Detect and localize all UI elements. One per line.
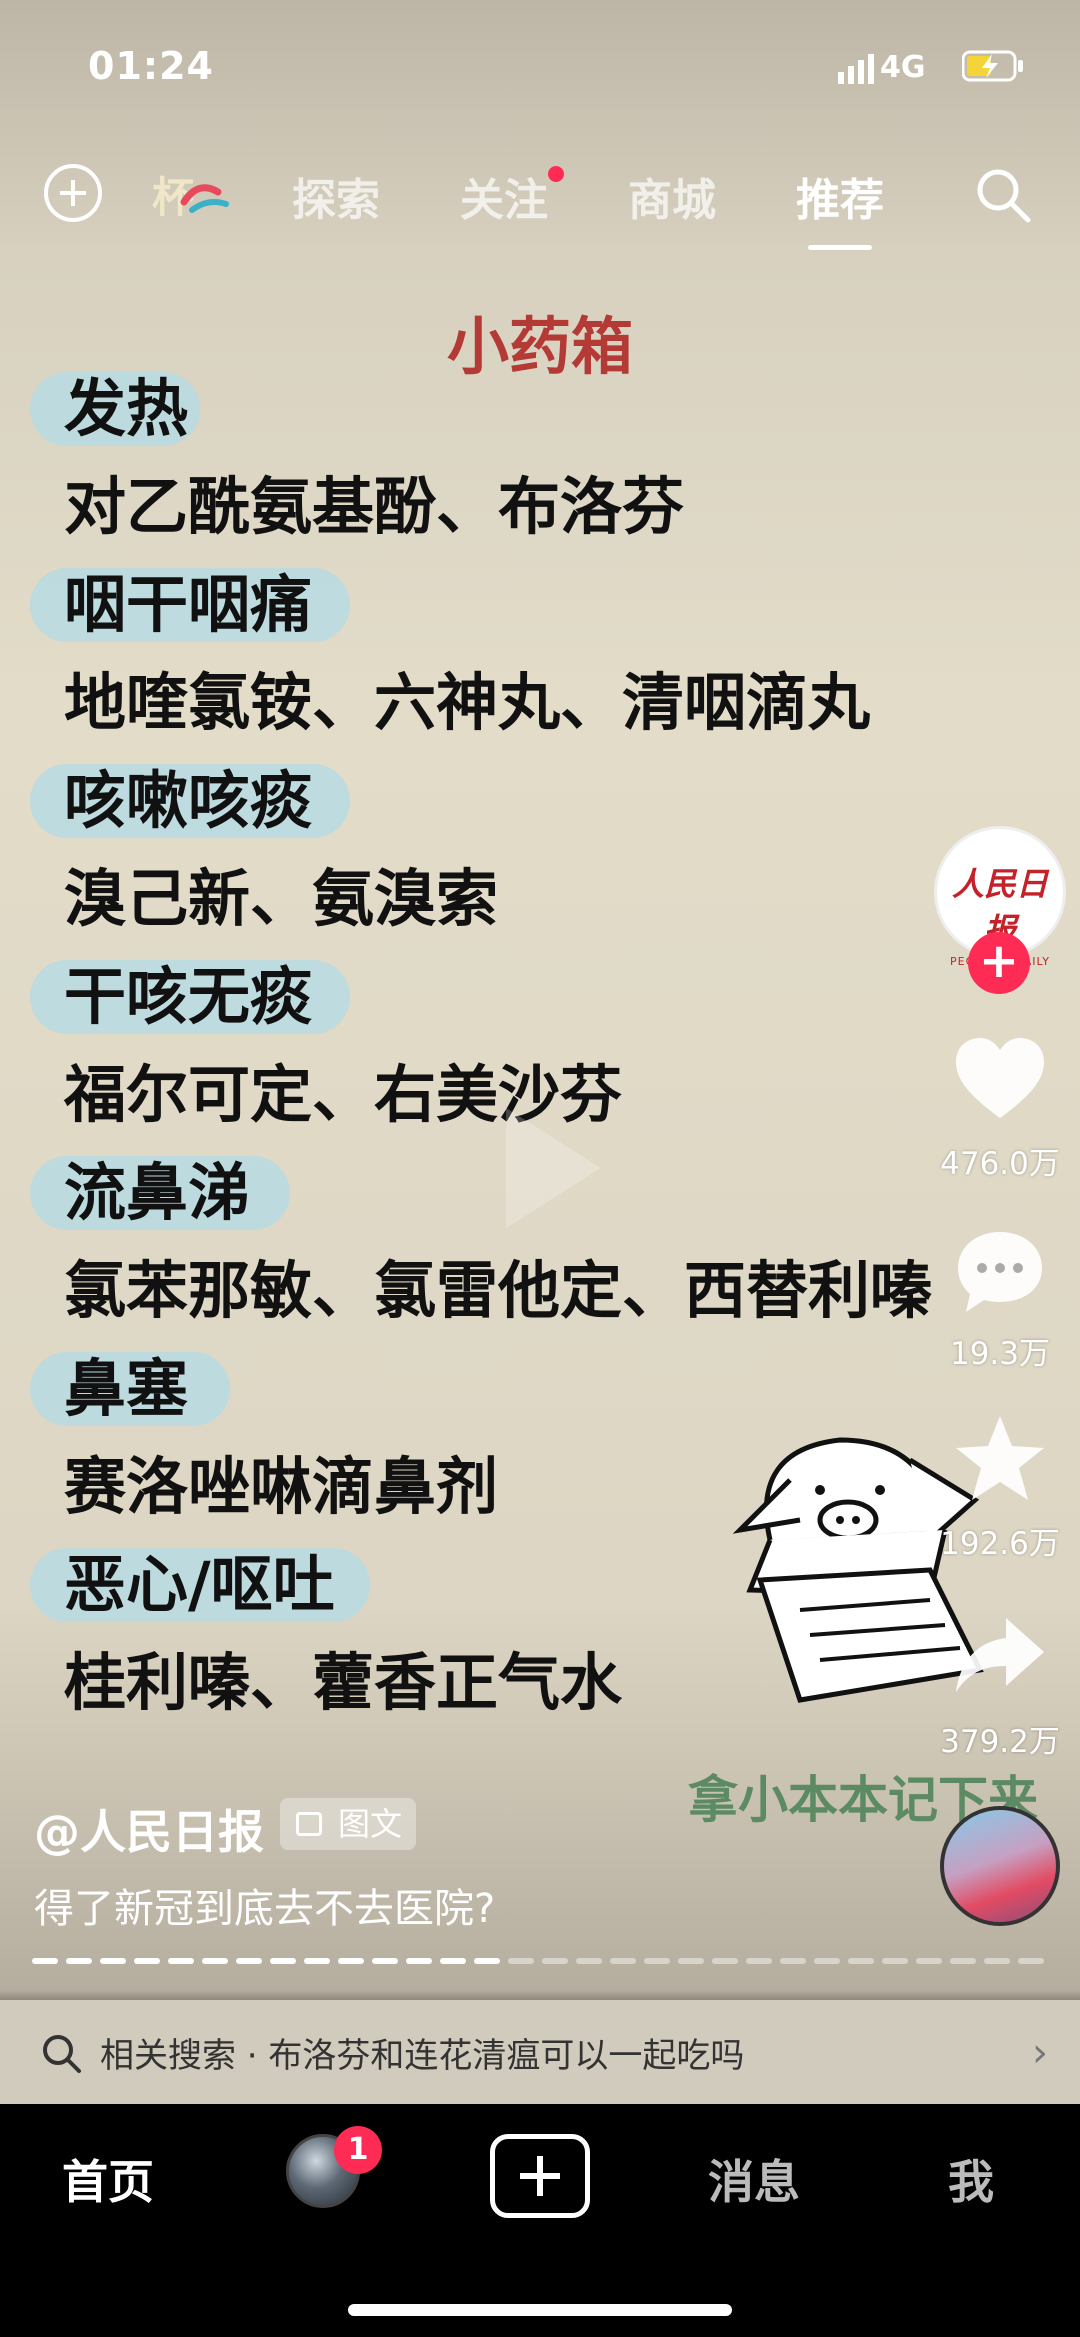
signal-icon [838,54,874,84]
cup-logo-icon[interactable] [178,172,232,216]
shares-count: 379.2万 [940,1724,1060,1760]
image-progress-dots [32,1958,1044,1964]
progress-segment [712,1958,738,1964]
home-indicator [348,2304,732,2316]
progress-segment [100,1958,126,1964]
battery-charging-icon [962,50,1023,82]
progress-segment [950,1958,976,1964]
progress-segment [304,1958,330,1964]
comment-icon[interactable] [950,1222,1050,1322]
category-cough-phlegm: 咳嗽咳痰 [30,752,944,850]
progress-segment [168,1958,194,1964]
tab-mall[interactable]: 商城 [628,164,716,228]
related-search-bar[interactable]: 相关搜索 · 布洛芬和连花清瘟可以一起吃吗 › [0,2000,1080,2104]
share-arrow-icon[interactable] [950,1604,1050,1704]
progress-segment [916,1958,942,1964]
progress-segment [474,1958,500,1964]
new-content-dot [548,166,564,182]
author-handle[interactable]: @人民日报 [34,1796,264,1862]
related-search-icon [43,2035,81,2073]
active-tab-underline [808,245,872,250]
search-icon[interactable] [972,164,1034,226]
progress-segment [270,1958,296,1964]
badge-label: 图文 [338,1805,403,1843]
chevron-right-icon: › [1032,2030,1048,2076]
tab-following-label: 关注 [460,175,548,226]
progress-segment [338,1958,364,1964]
nav-home[interactable]: 首页 [62,2146,154,2212]
meds-cough-phlegm: 溴己新、氨溴索 [64,862,499,935]
favorites-count: 192.6万 [940,1526,1060,1562]
comments-count: 19.3万 [949,1336,1051,1372]
category-dry-cough: 干咳无痰 [30,948,944,1046]
status-time: 01:24 [88,44,214,88]
progress-segment [542,1958,568,1964]
friends-notification-badge: 1 [334,2126,382,2174]
star-favorite-icon[interactable] [950,1410,1050,1510]
nav-me[interactable]: 我 [948,2146,994,2212]
add-plus-icon[interactable] [44,164,102,222]
tab-explore[interactable]: 探索 [292,164,380,228]
create-post-button[interactable] [490,2134,590,2218]
progress-segment [576,1958,602,1964]
progress-segment [202,1958,228,1964]
progress-segment [66,1958,92,1964]
meds-runny-nose: 氯苯那敏、氯雷他定、西替利嗪 [64,1254,933,1327]
likes-count: 476.0万 [940,1146,1060,1182]
progress-segment [882,1958,908,1964]
progress-segment [610,1958,636,1964]
heart-icon[interactable] [950,1030,1050,1130]
progress-segment [1018,1958,1044,1964]
progress-segment [32,1958,58,1964]
progress-segment [644,1958,670,1964]
tab-recommend-label: 推荐 [796,175,884,226]
progress-segment [134,1958,160,1964]
category-sore-throat: 咽干咽痛 [30,556,944,654]
play-icon[interactable] [476,1098,616,1238]
progress-segment [678,1958,704,1964]
nav-messages[interactable]: 消息 [708,2146,800,2212]
image-text-icon [296,1812,322,1836]
screen: 01:24 4G 杯 探索 关注 商城 推荐 小药箱 发热 对乙酰氨基酚、布洛芬… [0,0,1080,2337]
progress-segment [508,1958,534,1964]
post-caption: 得了新冠到底去不去医院? [34,1886,496,1932]
progress-segment [814,1958,840,1964]
category-fever: 发热 [30,360,944,458]
status-bar: 01:24 4G [0,0,1080,120]
network-label: 4G [880,50,926,85]
bottom-nav: 首页 1 消息 我 [0,2104,1080,2337]
top-nav: 杯 探索 关注 商城 推荐 [0,150,1080,250]
progress-segment [780,1958,806,1964]
meds-fever: 对乙酰氨基酚、布洛芬 [64,470,685,543]
related-search-text: 相关搜索 · 布洛芬和连花清瘟可以一起吃吗 [100,2036,745,2076]
progress-segment [236,1958,262,1964]
tab-recommend[interactable]: 推荐 [796,164,884,250]
progress-segment [440,1958,466,1964]
progress-segment [984,1958,1010,1964]
tab-following[interactable]: 关注 [460,164,564,228]
progress-segment [406,1958,432,1964]
meds-sore-throat: 地喹氯铵、六神丸、清咽滴丸 [64,666,871,739]
music-disc-icon[interactable] [940,1806,1060,1926]
progress-segment [746,1958,772,1964]
progress-segment [848,1958,874,1964]
progress-segment [372,1958,398,1964]
follow-button[interactable]: + [968,932,1030,994]
image-text-badge: 图文 [280,1798,417,1850]
